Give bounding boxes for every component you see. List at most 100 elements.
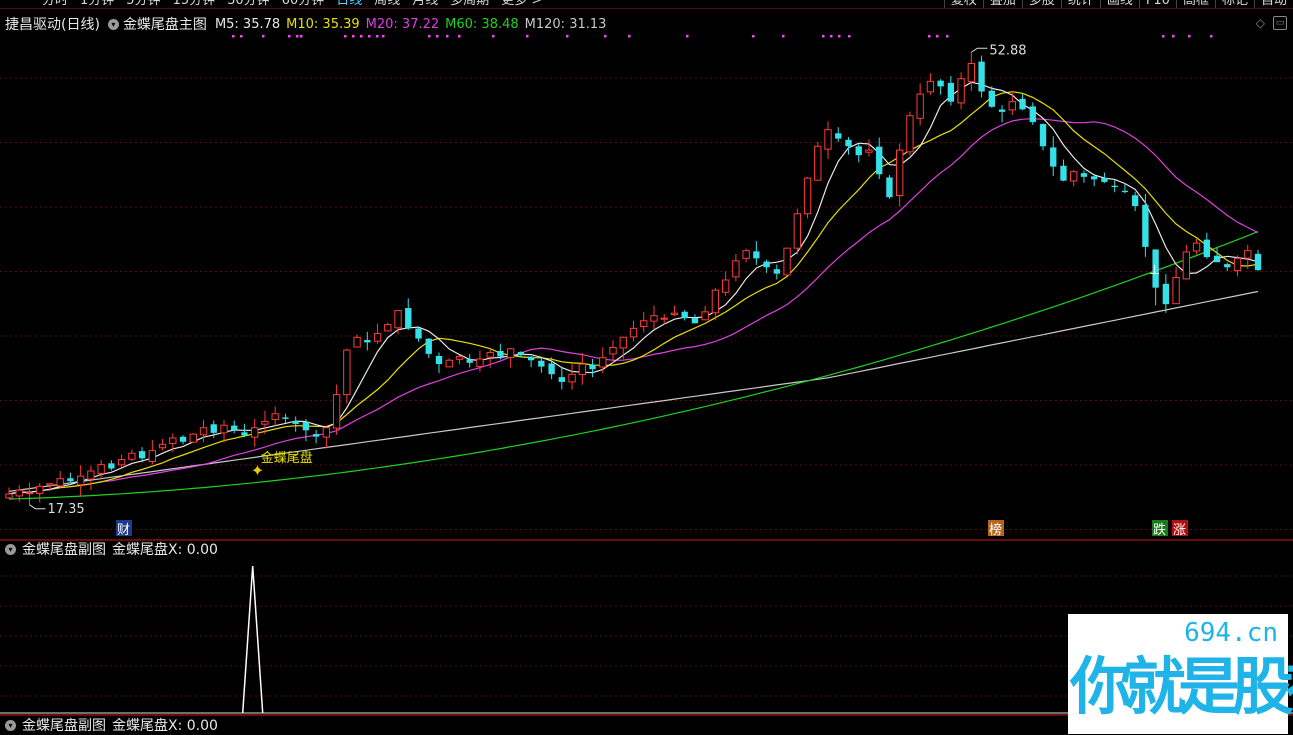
candle-body	[1050, 147, 1057, 167]
high-price-label: 52.88	[989, 43, 1026, 58]
candle-body	[128, 452, 136, 460]
candle-body	[998, 109, 1006, 112]
signal-dot	[492, 35, 495, 38]
signal-dot	[848, 35, 851, 38]
candle-body	[855, 146, 862, 156]
candle-body	[824, 129, 832, 150]
signal-dot	[300, 35, 303, 38]
event-badge: 跌	[1152, 520, 1168, 538]
toolbar-button[interactable]: 标记	[1214, 0, 1254, 8]
period-tab[interactable]: 周线	[368, 0, 406, 8]
candle-body	[1070, 171, 1078, 182]
candle-body	[1111, 185, 1118, 188]
signal-dot	[352, 35, 355, 38]
candle-body	[803, 177, 812, 215]
candle-body	[231, 425, 238, 431]
candle-body	[865, 149, 873, 153]
toolbar-button[interactable]: 叠加	[982, 0, 1022, 8]
signal-dot	[232, 35, 235, 38]
candle-body	[67, 478, 74, 482]
diamond-icon[interactable]: ◇	[1256, 16, 1265, 30]
signal-dot	[1172, 35, 1175, 38]
candle-body	[282, 417, 289, 419]
signal-dot	[782, 35, 785, 38]
ma5-line	[8, 81, 1259, 495]
period-tab[interactable]: 日线	[330, 0, 368, 8]
window-icon[interactable]: ▭	[1273, 16, 1287, 30]
candle-body	[558, 377, 566, 382]
badge-label: 涨	[1173, 523, 1186, 538]
toolbar-button[interactable]: 高框	[1175, 0, 1215, 8]
toolbar-button[interactable]: 画线	[1099, 0, 1139, 8]
candle-body	[517, 351, 525, 356]
period-tab[interactable]: 月线	[406, 0, 444, 8]
candle-body	[957, 78, 965, 104]
toolbar-button[interactable]: 复权	[943, 0, 983, 8]
candle-body	[384, 324, 392, 332]
price-chart[interactable]: 52.8817.35⊥✦金蝶尾盘财榜跌涨	[0, 30, 1293, 542]
toolbar-button[interactable]: 自动	[1253, 0, 1293, 8]
candle-body	[589, 364, 596, 370]
candle-body	[476, 358, 484, 368]
signal-dot	[288, 35, 291, 38]
tool-buttons: 复权 叠加 多股 统计 画线 F10 高框 标记 自动	[943, 0, 1293, 8]
sub-panel-2-header: ▾ 金蝶尾盘副图 金蝶尾盘X: 0.00	[0, 716, 218, 734]
period-tab[interactable]: 30分钟	[221, 0, 276, 8]
candle-body	[988, 90, 995, 107]
candle-body	[742, 250, 750, 259]
candle-body	[199, 427, 208, 436]
signal-dot	[936, 35, 939, 38]
candle-body	[947, 82, 955, 102]
high-marker-pointer	[971, 47, 988, 53]
candle-body	[5, 493, 13, 499]
toolbar-button[interactable]: F10	[1138, 0, 1176, 8]
toolbar-button[interactable]: 统计	[1060, 0, 1100, 8]
period-tab[interactable]: 5分钟	[120, 0, 166, 8]
period-tab[interactable]: 1分钟	[74, 0, 120, 8]
candle-body	[845, 139, 852, 147]
candle-body	[261, 420, 269, 425]
candle-body	[978, 61, 985, 92]
signal-dot	[262, 35, 265, 38]
sub-panel-value: 金蝶尾盘X: 0.00	[112, 718, 218, 734]
candle-body	[1029, 106, 1036, 123]
candle-body	[753, 251, 760, 259]
signal-dot	[360, 35, 363, 38]
candle-body	[1060, 165, 1067, 181]
candle-body	[1213, 255, 1221, 263]
toolbar-button[interactable]: 多股	[1021, 0, 1061, 8]
candle-body	[394, 310, 402, 329]
signal-dot	[382, 35, 385, 38]
candle-body	[445, 359, 453, 368]
candle-body	[138, 451, 146, 459]
candle-body	[302, 422, 310, 431]
candle-body	[783, 247, 791, 276]
candle-body	[210, 424, 217, 433]
signal-dot	[946, 35, 949, 38]
period-tab[interactable]: 60分钟	[276, 0, 331, 8]
period-tab[interactable]: 更多 >	[495, 0, 548, 8]
candle-body	[97, 464, 105, 474]
event-badge: 财	[116, 520, 132, 538]
signal-dot	[928, 35, 931, 38]
period-tab[interactable]: 15分钟	[167, 0, 222, 8]
signal-dot	[428, 35, 431, 38]
chevron-down-icon[interactable]: ▾	[5, 543, 16, 555]
chevron-down-icon[interactable]: ▾	[107, 18, 119, 30]
signal-dot	[240, 35, 243, 38]
candle-body	[1233, 257, 1242, 272]
candle-body	[1244, 250, 1252, 259]
candle-body	[343, 349, 351, 396]
candle-body	[650, 315, 658, 322]
candle-body	[701, 311, 709, 321]
chevron-down-icon[interactable]: ▾	[5, 719, 16, 731]
period-tab[interactable]: 多周期	[444, 0, 495, 8]
candle-body	[251, 427, 259, 438]
watermark-site: 694.cn	[1184, 618, 1278, 648]
candle-body	[373, 332, 382, 342]
period-tab[interactable]: 分时	[36, 0, 74, 8]
top-toolbar: 分时 1分钟 5分钟 15分钟 30分钟 60分钟 日线 周线 月线 多周期 更多 > 复权 叠加 多股…	[0, 0, 1293, 9]
candle-body	[425, 338, 432, 354]
candle-body	[241, 432, 248, 436]
badge-label: 跌	[1153, 522, 1166, 538]
